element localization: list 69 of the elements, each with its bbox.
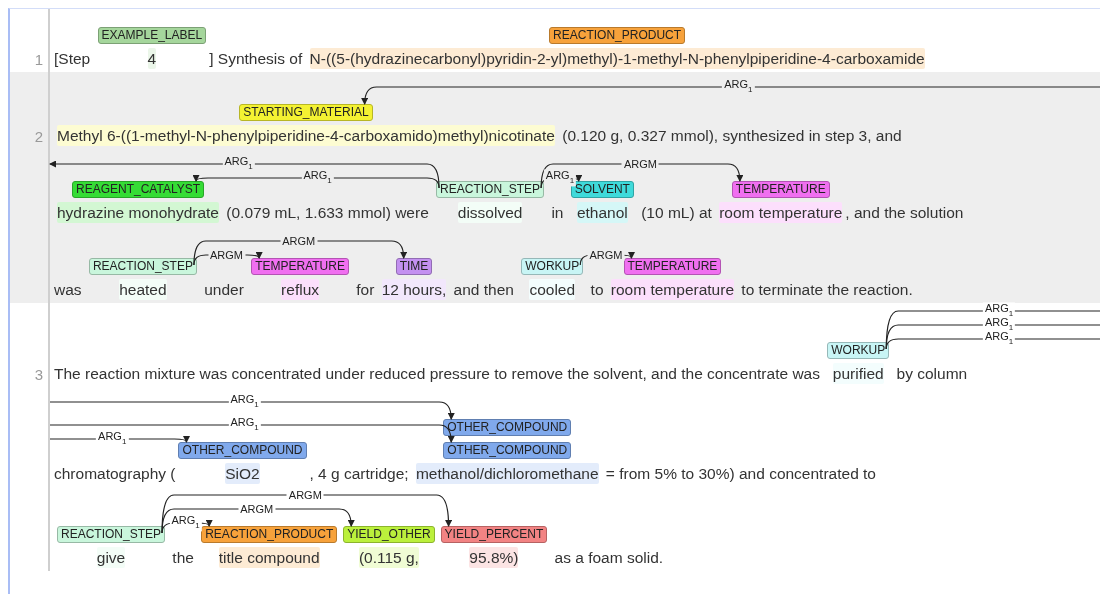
entity-label[interactable]: REACTION_STEP	[436, 181, 545, 198]
annotated-text: reflux	[281, 279, 319, 300]
annotated-text: hydrazine monohydrate	[57, 202, 219, 223]
entity-label[interactable]: TEMPERATURE	[731, 181, 830, 198]
annotated-text: 12 hours,	[381, 279, 447, 300]
entity-label[interactable]: REACTION_STEP	[57, 526, 166, 543]
entity-label[interactable]: REACTION_PRODUCT	[201, 526, 338, 543]
annotated-text: Methyl 6-((1-methyl-N-phenylpiperidine-4-carboxamido)methyl)nicotinate	[57, 125, 555, 146]
line-number: 3	[34, 366, 43, 383]
relation-label[interactable]: ARGM	[208, 249, 246, 261]
entity-label[interactable]: TIME	[395, 258, 433, 275]
entity-label[interactable]: TEMPERATURE	[623, 258, 722, 275]
annotated-text: dissolved	[457, 202, 523, 223]
relation-label[interactable]: ARG$_{1}$	[169, 514, 202, 532]
sentence-text: for	[355, 280, 376, 300]
sentence-text: (0.120 g, 0.327 mmol), synthesized in step 3, and	[561, 126, 902, 146]
sentence-text: the	[171, 548, 195, 568]
relation-label[interactable]: ARGM	[621, 158, 659, 170]
annotated-text: heated	[119, 279, 167, 300]
entity-label[interactable]: REAGENT_CATALYST	[72, 181, 204, 198]
line-number: 1	[34, 51, 43, 68]
sentence-text: as a foam solid.	[553, 548, 664, 568]
sentence-text: in	[550, 203, 565, 223]
entity-label[interactable]: OTHER_COMPOUND	[443, 442, 572, 459]
entity-label[interactable]: TEMPERATURE	[251, 258, 349, 275]
entity-label[interactable]: WORKUP	[521, 258, 584, 275]
line-number: 2	[34, 128, 43, 145]
annotated-text: 4	[147, 48, 157, 69]
sentence-text: to terminate the reaction.	[740, 280, 913, 300]
sentence-text: = from 5% to 30%) and concentrated to	[604, 464, 876, 484]
annotated-text: title compound	[218, 547, 320, 568]
relation-label[interactable]: ARGM	[280, 235, 318, 247]
sentence-text: by column	[895, 364, 968, 384]
annotated-text: room temperature	[719, 202, 843, 223]
sentence-text: to	[589, 280, 605, 300]
annotated-text: ethanol	[576, 202, 628, 223]
sentence-text: was	[54, 280, 83, 300]
entity-label[interactable]: REACTION_PRODUCT	[549, 27, 686, 44]
annotated-text: SiO2	[225, 463, 260, 484]
sentence-text: and then	[452, 280, 515, 300]
relation-label[interactable]: ARGM	[238, 503, 276, 515]
sentence-text: ] Synthesis of	[209, 49, 304, 69]
annotated-text: purified	[832, 363, 884, 384]
sentence-text: , and the solution	[845, 203, 964, 223]
annotated-text: methanol/dichloromethane	[415, 463, 599, 484]
sentence-text: (0.079 mL, 1.633 mmol) were	[225, 203, 430, 223]
entity-label[interactable]: OTHER_COMPOUND	[443, 419, 572, 436]
entity-label[interactable]: OTHER_COMPOUND	[178, 442, 307, 459]
relation-label[interactable]: ARG$_{1}$	[543, 169, 577, 187]
relation-label[interactable]: ARGM	[587, 249, 625, 261]
annotated-text: give	[96, 547, 126, 568]
sentence-text: (10 mL) at	[640, 203, 713, 223]
annotated-text: cooled	[529, 279, 576, 300]
sentence-text: chromatography (	[54, 464, 176, 484]
entity-label[interactable]: YIELD_OTHER	[343, 526, 435, 543]
annotated-text: room temperature	[610, 279, 734, 300]
sentence-text: , 4 g cartridge;	[309, 464, 410, 484]
entity-label[interactable]: YIELD_PERCENT	[440, 526, 548, 543]
annotated-text: N-((5-(hydrazinecarbonyl)pyridin-2-yl)methyl)-1-methyl-N-phenylpiperidine-4-carboxamide	[309, 48, 925, 69]
annotated-text: 95.8%)	[469, 547, 519, 568]
entity-label[interactable]: REACTION_STEP	[88, 258, 197, 275]
entity-label[interactable]: WORKUP	[827, 342, 890, 359]
sentence-text: [Step	[54, 49, 92, 69]
sentence-text: under	[203, 280, 245, 300]
annotated-text: (0.115 g,	[358, 547, 419, 568]
entity-label[interactable]: STARTING_MATERIAL	[239, 104, 373, 121]
sentence-text: The reaction mixture was concentrated under reduced pressure to remove the solvent, and the concentrate was	[54, 364, 821, 384]
relation-label[interactable]: ARGM	[286, 489, 324, 501]
entity-label[interactable]: EXAMPLE_LABEL	[97, 27, 207, 44]
